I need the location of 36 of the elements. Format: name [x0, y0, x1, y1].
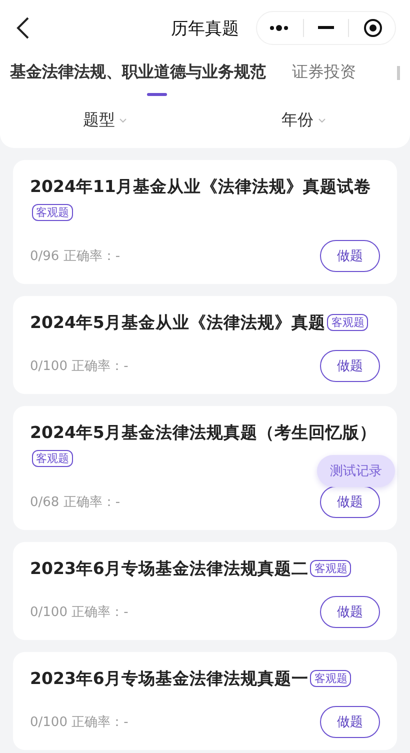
window-title: 历年真题	[170, 18, 240, 40]
more-icon[interactable]	[269, 24, 289, 32]
progress-text: 0/68 正确率：-	[30, 494, 120, 511]
category-tab[interactable]: 证券投资	[292, 62, 356, 96]
filter-dropdown[interactable]: 题型	[0, 110, 212, 130]
close-icon[interactable]	[363, 18, 383, 38]
chevron-down-icon	[119, 118, 127, 122]
practice-button[interactable]: 做题	[320, 240, 380, 272]
type-tag: 客观题	[32, 450, 73, 467]
paper-card[interactable]: 2023年6月专场基金法律法规真题一 客观题 0/100 正确率：- 做题	[13, 652, 397, 750]
filter-dropdown[interactable]: 年份	[212, 110, 410, 130]
progress-text: 0/100 正确率：-	[30, 358, 128, 375]
chevron-down-icon	[318, 118, 326, 122]
back-icon[interactable]	[16, 16, 30, 40]
progress-text: 0/100 正确率：-	[30, 714, 128, 731]
category-tab[interactable]: 基金法律法规、职业道德与业务规范	[10, 62, 266, 96]
paper-card[interactable]: 2023年6月专场基金法律法规真题二 客观题 0/100 正确率：- 做题	[13, 542, 397, 640]
test-record-button[interactable]: 测试记录	[317, 455, 395, 487]
practice-button[interactable]: 做题	[320, 596, 380, 628]
progress-text: 0/100 正确率：-	[30, 604, 128, 621]
practice-button[interactable]: 做题	[320, 706, 380, 738]
paper-title: 2024年11月基金从业《法律法规》真题试卷	[30, 177, 371, 196]
paper-card[interactable]: 2024年11月基金从业《法律法规》真题试卷 客观题 0/96 正确率：- 做题	[13, 160, 397, 284]
minimize-icon[interactable]	[318, 26, 334, 30]
type-tag: 客观题	[327, 314, 368, 331]
paper-title: 2023年6月专场基金法律法规真题一	[30, 669, 308, 688]
type-tag: 客观题	[32, 204, 73, 221]
progress-text: 0/96 正确率：-	[30, 248, 120, 265]
paper-title: 2024年5月基金从业《法律法规》真题	[30, 313, 326, 332]
paper-card[interactable]: 2024年5月基金从业《法律法规》真题 客观题 0/100 正确率：- 做题	[13, 296, 397, 394]
practice-button[interactable]: 做题	[320, 350, 380, 382]
type-tag: 客观题	[310, 560, 352, 577]
type-tag: 客观题	[310, 670, 352, 687]
paper-title: 2023年6月专场基金法律法规真题二	[30, 559, 308, 578]
practice-button[interactable]: 做题	[320, 486, 380, 518]
paper-title: 2024年5月基金法律法规真题（考生回忆版）	[30, 423, 376, 442]
